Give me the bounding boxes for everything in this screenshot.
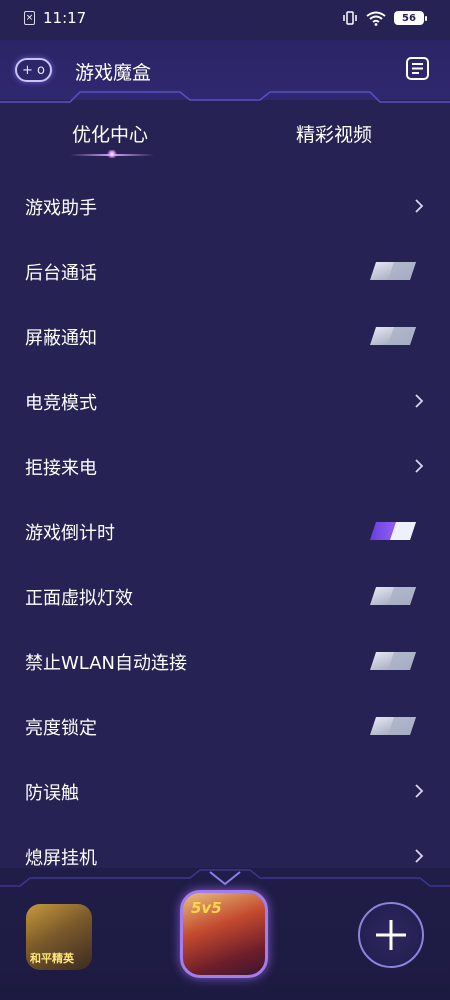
- setting-label: 电竞模式: [25, 392, 97, 414]
- toggle-switch-off[interactable]: [368, 716, 418, 736]
- status-bar: × 11:17 56: [0, 0, 450, 36]
- setting-background-call: 后台通话: [0, 239, 450, 304]
- app-header: + o 游戏魔盒: [0, 40, 450, 103]
- game-label: 和平精英: [30, 952, 74, 965]
- settings-list: 游戏助手 后台通话 屏蔽通知 电竞模式 拒接来电 游戏倒计时 正面虚拟灯效 禁止…: [0, 174, 450, 889]
- add-game-button[interactable]: [358, 902, 424, 968]
- setting-label: 防误触: [25, 782, 79, 804]
- toggle-switch-off[interactable]: [368, 586, 418, 606]
- setting-brightness-lock: 亮度锁定: [0, 694, 450, 759]
- chevron-right-icon: [415, 394, 424, 408]
- status-time: 11:17: [43, 9, 87, 27]
- chevron-right-icon: [415, 199, 424, 213]
- active-tab-glow: [106, 150, 118, 158]
- plus-icon: [376, 920, 406, 950]
- document-list-icon[interactable]: [406, 57, 429, 80]
- chevron-right-icon: [415, 784, 424, 798]
- tab-optimization-center[interactable]: 优化中心: [72, 120, 148, 147]
- page-title: 游戏魔盒: [75, 62, 152, 84]
- setting-label: 游戏倒计时: [25, 522, 115, 544]
- header-frame: [0, 91, 450, 103]
- game-icon-peace-elite[interactable]: 和平精英: [26, 904, 92, 970]
- setting-accidental-touch-prevention[interactable]: 防误触: [0, 759, 450, 824]
- setting-label: 屏蔽通知: [25, 327, 97, 349]
- battery-indicator: 56: [394, 11, 427, 25]
- setting-label: 后台通话: [25, 262, 97, 284]
- game-badge: 5v5: [191, 899, 222, 917]
- setting-label: 亮度锁定: [25, 717, 97, 739]
- setting-label: 正面虚拟灯效: [25, 587, 133, 609]
- wifi-icon: [366, 11, 386, 26]
- gamepad-icon[interactable]: + o: [15, 58, 52, 82]
- setting-label: 熄屏挂机: [25, 847, 97, 869]
- chevron-right-icon: [415, 849, 424, 863]
- tab-bar: 优化中心 精彩视频: [0, 112, 450, 168]
- setting-block-notifications: 屏蔽通知: [0, 304, 450, 369]
- sim-slash-icon: ×: [24, 11, 35, 25]
- setting-label: 禁止WLAN自动连接: [25, 652, 188, 674]
- setting-game-countdown: 游戏倒计时: [0, 499, 450, 564]
- setting-front-virtual-light: 正面虚拟灯效: [0, 564, 450, 629]
- toggle-switch-on[interactable]: [368, 521, 418, 541]
- setting-disable-wlan-autoconnect: 禁止WLAN自动连接: [0, 629, 450, 694]
- setting-label: 拒接来电: [25, 457, 97, 479]
- toggle-switch-off[interactable]: [368, 326, 418, 346]
- toggle-switch-off[interactable]: [368, 651, 418, 671]
- tab-highlight-videos[interactable]: 精彩视频: [296, 120, 372, 147]
- setting-reject-calls[interactable]: 拒接来电: [0, 434, 450, 499]
- toggle-switch-off[interactable]: [368, 261, 418, 281]
- chevron-right-icon: [415, 459, 424, 473]
- game-icon-honor-of-kings[interactable]: 5v5: [180, 890, 268, 978]
- vibrate-icon: [343, 11, 357, 25]
- setting-esports-mode[interactable]: 电竞模式: [0, 369, 450, 434]
- game-dock: 和平精英 5v5: [0, 868, 450, 1000]
- setting-label: 游戏助手: [25, 197, 97, 219]
- setting-game-assistant[interactable]: 游戏助手: [0, 174, 450, 239]
